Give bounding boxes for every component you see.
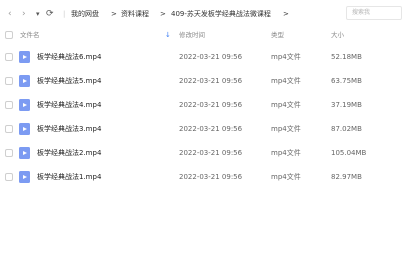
file-name[interactable]: 板学经典战法4.mp4 xyxy=(37,100,101,110)
file-name[interactable]: 板学经典战法2.mp4 xyxy=(37,148,101,158)
breadcrumb-item-courses[interactable]: 资料课程 xyxy=(121,8,149,20)
file-type: mp4文件 xyxy=(271,125,301,133)
breadcrumb-divider: | xyxy=(63,10,66,18)
search-input[interactable]: 搜索我 xyxy=(346,6,402,20)
column-date-header[interactable]: 修改时间 xyxy=(179,30,205,40)
row-checkbox[interactable] xyxy=(5,173,13,181)
file-row[interactable]: 板学经典战法6.mp4 2022-03-21 09:56 mp4文件 52.18… xyxy=(0,45,407,69)
row-checkbox[interactable] xyxy=(5,125,13,133)
file-date: 2022-03-21 09:56 xyxy=(179,77,243,85)
file-type: mp4文件 xyxy=(271,173,301,181)
sort-down-arrow-icon[interactable]: ↓ xyxy=(165,30,171,40)
file-row[interactable]: 板学经典战法1.mp4 2022-03-21 09:56 mp4文件 82.97… xyxy=(0,165,407,189)
breadcrumb-item-current[interactable]: 409-苏天发板学经典战法微课程 xyxy=(171,8,271,20)
column-size-header[interactable]: 大小 xyxy=(331,30,344,40)
file-date: 2022-03-21 09:56 xyxy=(179,125,243,133)
breadcrumb-separator: > xyxy=(283,10,289,18)
video-file-icon xyxy=(19,75,30,87)
file-size: 37.19MB xyxy=(331,101,362,109)
video-file-icon xyxy=(19,51,30,63)
row-checkbox[interactable] xyxy=(5,77,13,85)
file-date: 2022-03-21 09:56 xyxy=(179,53,243,61)
file-type: mp4文件 xyxy=(271,149,301,157)
file-date: 2022-03-21 09:56 xyxy=(179,149,243,157)
select-all-checkbox[interactable] xyxy=(5,31,13,39)
video-file-icon xyxy=(19,171,30,183)
file-type: mp4文件 xyxy=(271,77,301,85)
row-checkbox[interactable] xyxy=(5,101,13,109)
file-date: 2022-03-21 09:56 xyxy=(179,101,243,109)
file-size: 82.97MB xyxy=(331,173,362,181)
column-header: 文件名 ↓ 修改时间 类型 大小 xyxy=(0,27,407,43)
file-name[interactable]: 板学经典战法6.mp4 xyxy=(37,52,101,62)
back-button[interactable]: ‹ xyxy=(8,7,12,21)
file-row[interactable]: 板学经典战法3.mp4 2022-03-21 09:56 mp4文件 87.02… xyxy=(0,117,407,141)
file-size: 63.75MB xyxy=(331,77,362,85)
breadcrumb-separator: > xyxy=(111,10,117,18)
file-size: 87.02MB xyxy=(331,125,362,133)
file-row[interactable]: 板学经典战法4.mp4 2022-03-21 09:56 mp4文件 37.19… xyxy=(0,93,407,117)
file-name[interactable]: 板学经典战法5.mp4 xyxy=(37,76,101,86)
file-type: mp4文件 xyxy=(271,101,301,109)
video-file-icon xyxy=(19,99,30,111)
video-file-icon xyxy=(19,123,30,135)
file-date: 2022-03-21 09:56 xyxy=(179,173,243,181)
file-row[interactable]: 板学经典战法5.mp4 2022-03-21 09:56 mp4文件 63.75… xyxy=(0,69,407,93)
column-name-header[interactable]: 文件名 xyxy=(20,30,40,40)
row-checkbox[interactable] xyxy=(5,53,13,61)
file-name[interactable]: 板学经典战法3.mp4 xyxy=(37,124,101,134)
forward-button[interactable]: › xyxy=(22,7,26,21)
video-file-icon xyxy=(19,147,30,159)
file-type: mp4文件 xyxy=(271,53,301,61)
toolbar: ‹ › ▾ ⟳ | 我的网盘 > 资料课程 > 409-苏天发板学经典战法微课程… xyxy=(0,0,407,27)
column-type-header[interactable]: 类型 xyxy=(271,30,284,40)
file-name[interactable]: 板学经典战法1.mp4 xyxy=(37,172,101,182)
breadcrumb-separator: > xyxy=(160,10,166,18)
row-checkbox[interactable] xyxy=(5,149,13,157)
file-size: 52.18MB xyxy=(331,53,362,61)
breadcrumb-item-root[interactable]: 我的网盘 xyxy=(71,8,99,20)
history-dropdown-button[interactable]: ▾ xyxy=(36,7,40,21)
file-size: 105.04MB xyxy=(331,149,367,157)
refresh-button[interactable]: ⟳ xyxy=(46,7,54,21)
file-row[interactable]: 板学经典战法2.mp4 2022-03-21 09:56 mp4文件 105.0… xyxy=(0,141,407,165)
